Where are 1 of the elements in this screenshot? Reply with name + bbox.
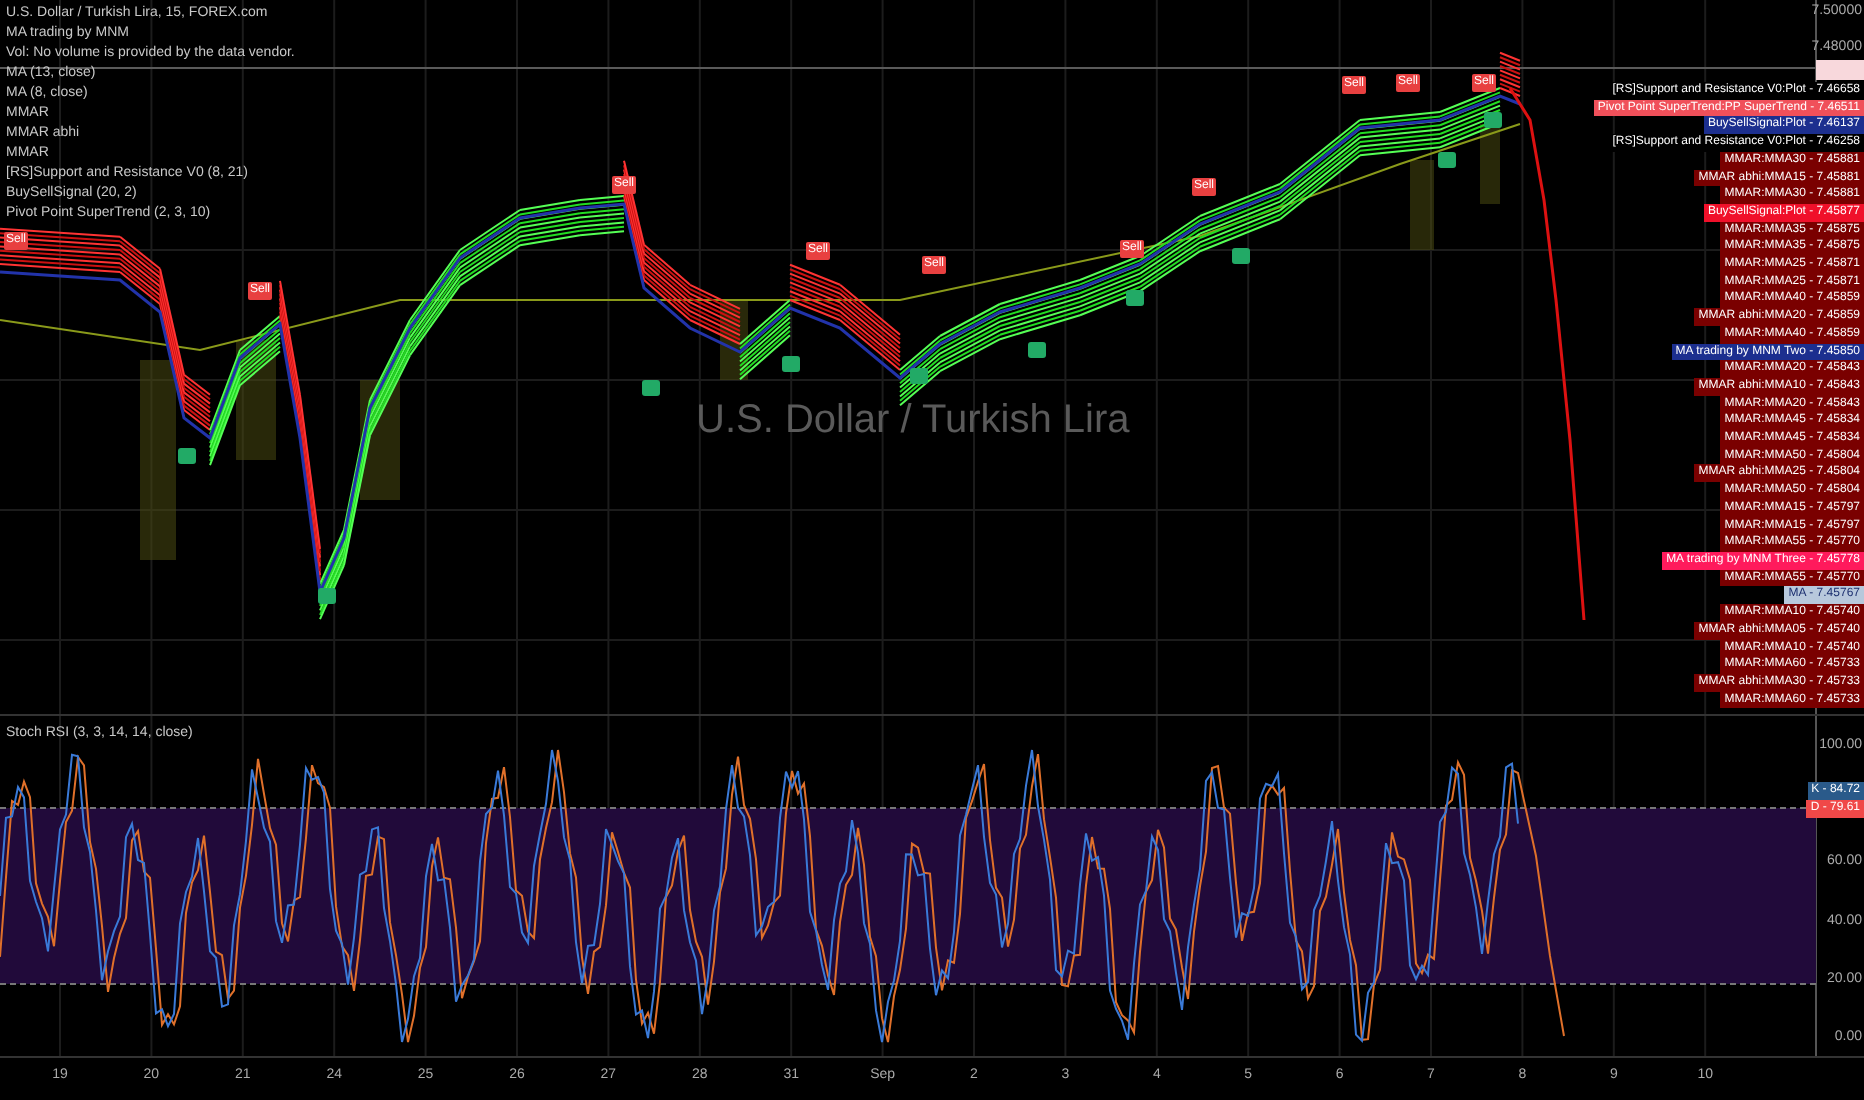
symbol-watermark: U.S. Dollar / Turkish Lira: [696, 396, 1130, 446]
